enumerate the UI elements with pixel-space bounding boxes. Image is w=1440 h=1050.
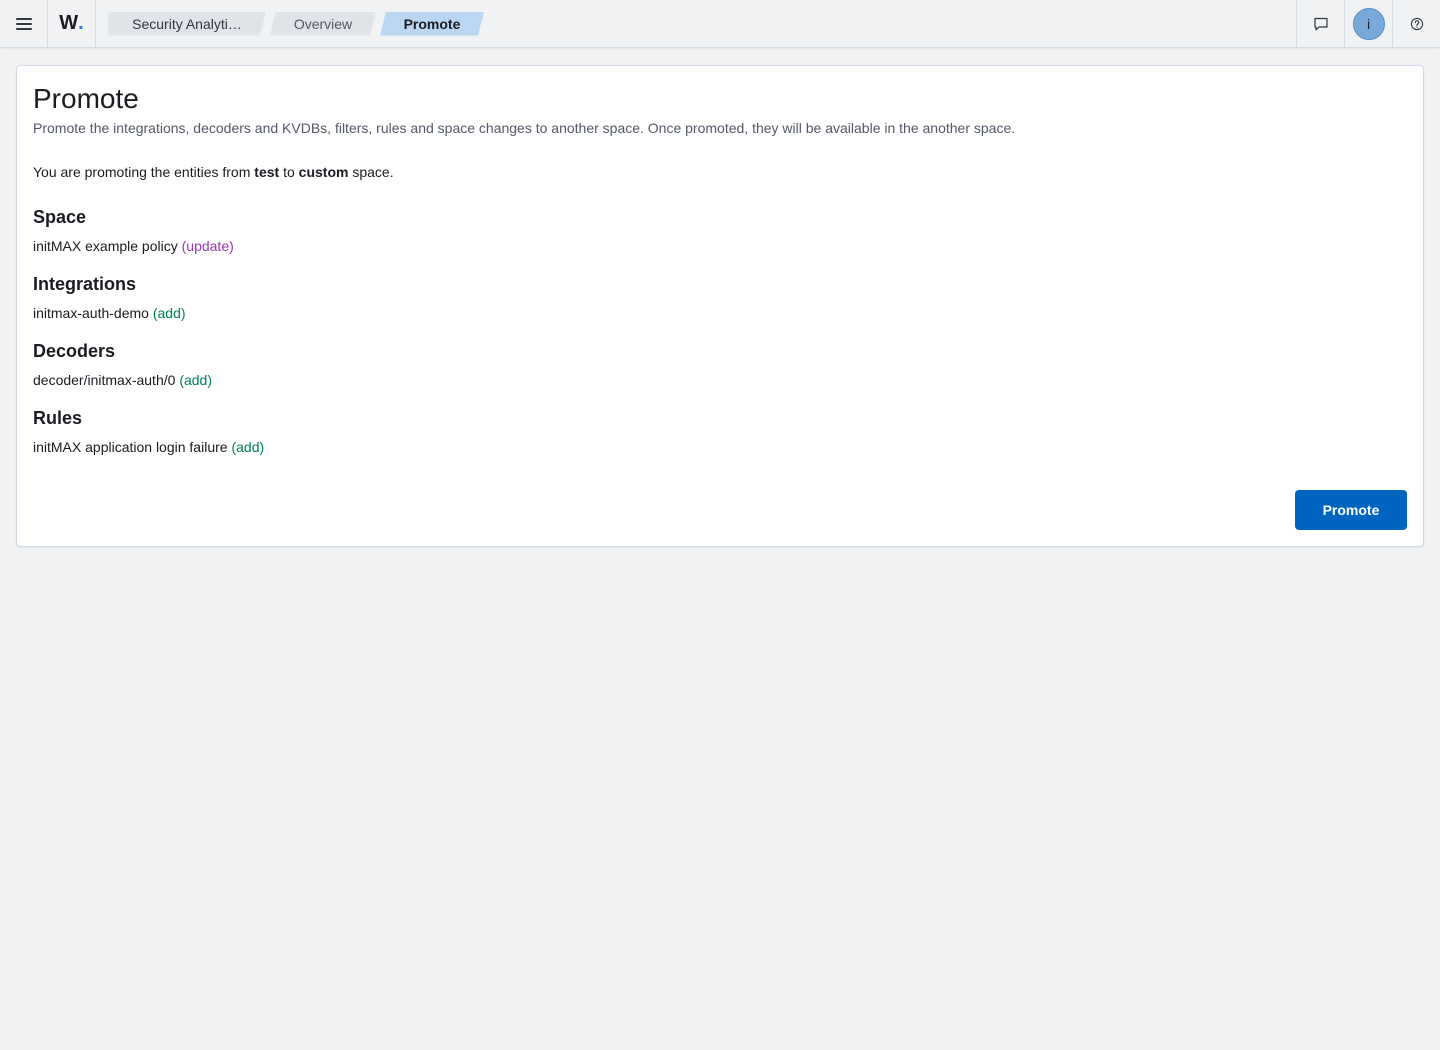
breadcrumb-promote: Promote (380, 12, 484, 36)
page-description: Promote the integrations, decoders and K… (33, 120, 1016, 136)
promote-button[interactable]: Promote (1295, 490, 1407, 530)
integration-item: initmax-auth-demo (add) (33, 303, 186, 323)
chat-icon (1313, 17, 1328, 31)
item-label: initMAX application login failure (33, 439, 228, 455)
menu-toggle-button[interactable] (0, 0, 48, 48)
logo-letter: W (59, 12, 79, 34)
feedback-button[interactable] (1296, 0, 1344, 48)
user-menu-button[interactable]: i (1344, 0, 1392, 48)
promote-panel: Promote Promote the integrations, decode… (16, 65, 1424, 547)
breadcrumb-overview[interactable]: Overview (270, 12, 376, 36)
item-label: initmax-auth-demo (33, 305, 149, 321)
status-tag-add: (add) (231, 439, 265, 455)
rule-item: initMAX application login failure (add) (33, 437, 264, 457)
avatar: i (1352, 8, 1385, 40)
section-title-rules: Rules (33, 408, 83, 428)
promote-summary: You are promoting the entities from test… (33, 162, 394, 182)
section-title-integrations: Integrations (33, 274, 137, 294)
to-space: custom (298, 164, 349, 180)
avatar-initial: i (1366, 16, 1371, 32)
status-tag-add: (add) (152, 305, 186, 321)
breadcrumb-label: Overview (293, 15, 353, 32)
breadcrumb: Security Analyti… Overview Promote (108, 0, 488, 48)
breadcrumb-label: Promote (403, 15, 461, 32)
header-actions: i (1296, 0, 1440, 48)
breadcrumb-security-analytics[interactable]: Security Analyti… (108, 12, 266, 36)
status-tag-add: (add) (179, 372, 212, 388)
item-label: decoder/initmax-auth/0 (33, 372, 176, 388)
promote-prefix: You are promoting the entities from (33, 164, 255, 180)
promote-suffix: space. (348, 164, 394, 180)
promote-middle: to (279, 164, 299, 180)
top-header: W. Security Analyti… Overview Promote i (0, 0, 1440, 48)
logo-dot: . (78, 12, 84, 34)
page-title: Promote (33, 83, 139, 114)
space-item: initMAX example policy (update) (33, 236, 234, 256)
help-icon (1410, 17, 1423, 31)
decoder-item: decoder/initmax-auth/0 (add) (33, 370, 212, 390)
hamburger-icon (15, 17, 32, 30)
help-button[interactable] (1392, 0, 1440, 48)
breadcrumb-label: Security Analyti… (132, 15, 242, 32)
status-tag-update: (update) (181, 238, 234, 254)
app-logo[interactable]: W. (48, 0, 96, 48)
section-title-space: Space (33, 207, 87, 227)
from-space: test (254, 164, 280, 180)
section-title-decoders: Decoders (33, 341, 116, 361)
item-label: initMAX example policy (33, 238, 178, 254)
